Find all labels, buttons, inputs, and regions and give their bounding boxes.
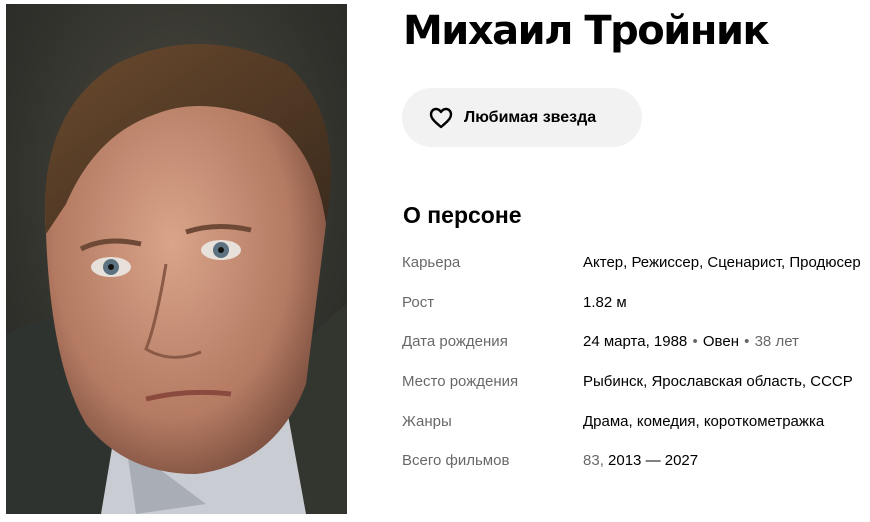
about-section-title: О персоне xyxy=(403,202,522,228)
birth-place-label: Место рождения xyxy=(402,373,519,391)
total-films-label: Всего фильмов xyxy=(402,452,510,470)
birth-place-value[interactable]: Рыбинск, Ярославская область, СССР xyxy=(583,373,853,390)
info-row-total-films: Всего фильмов 83, 2013 — 2027 xyxy=(402,442,870,482)
about-info-table: Карьера Актер, Режиссер, Сценарист, Прод… xyxy=(402,244,870,482)
person-photo xyxy=(6,4,347,514)
films-years-link[interactable]: 2013 — 2027 xyxy=(608,452,698,469)
heart-icon xyxy=(429,107,453,128)
separator-dot: • xyxy=(744,333,750,351)
zodiac-link[interactable]: Овен xyxy=(703,333,739,350)
total-films-value: 83, 2013 — 2027 xyxy=(583,452,698,469)
person-name: Михаил Тройник xyxy=(403,8,770,54)
career-value[interactable]: Актер, Режиссер, Сценарист, Продюсер xyxy=(583,254,861,271)
films-comma: , xyxy=(599,452,604,470)
genres-label: Жанры xyxy=(402,412,452,430)
info-row-birth-date: Дата рождения 24 марта, 1988 • Овен • 38… xyxy=(402,323,870,363)
favorite-star-button[interactable]: Любимая звезда xyxy=(402,88,642,147)
favorite-star-label: Любимая звезда xyxy=(464,108,597,126)
birth-date-link[interactable]: 24 марта, 1988 xyxy=(583,333,687,350)
info-row-genres: Жанры Драма, комедия, короткометражка xyxy=(402,403,870,443)
birth-date-label: Дата рождения xyxy=(402,333,508,351)
portrait-image xyxy=(6,4,347,514)
height-label: Рост xyxy=(402,293,435,311)
career-label: Карьера xyxy=(402,254,461,271)
info-row-height: Рост 1.82 м xyxy=(402,284,870,324)
genres-value[interactable]: Драма, комедия, короткометражка xyxy=(583,413,824,430)
height-value: 1.82 м xyxy=(583,293,627,311)
separator-dot: • xyxy=(692,333,698,351)
age-value: 38 лет xyxy=(754,333,799,351)
info-row-career: Карьера Актер, Режиссер, Сценарист, Прод… xyxy=(402,244,870,284)
films-count: 83 xyxy=(583,452,600,470)
info-row-birth-place: Место рождения Рыбинск, Ярославская обла… xyxy=(402,363,870,403)
birth-date-value: 24 марта, 1988 • Овен • 38 лет xyxy=(583,333,799,350)
